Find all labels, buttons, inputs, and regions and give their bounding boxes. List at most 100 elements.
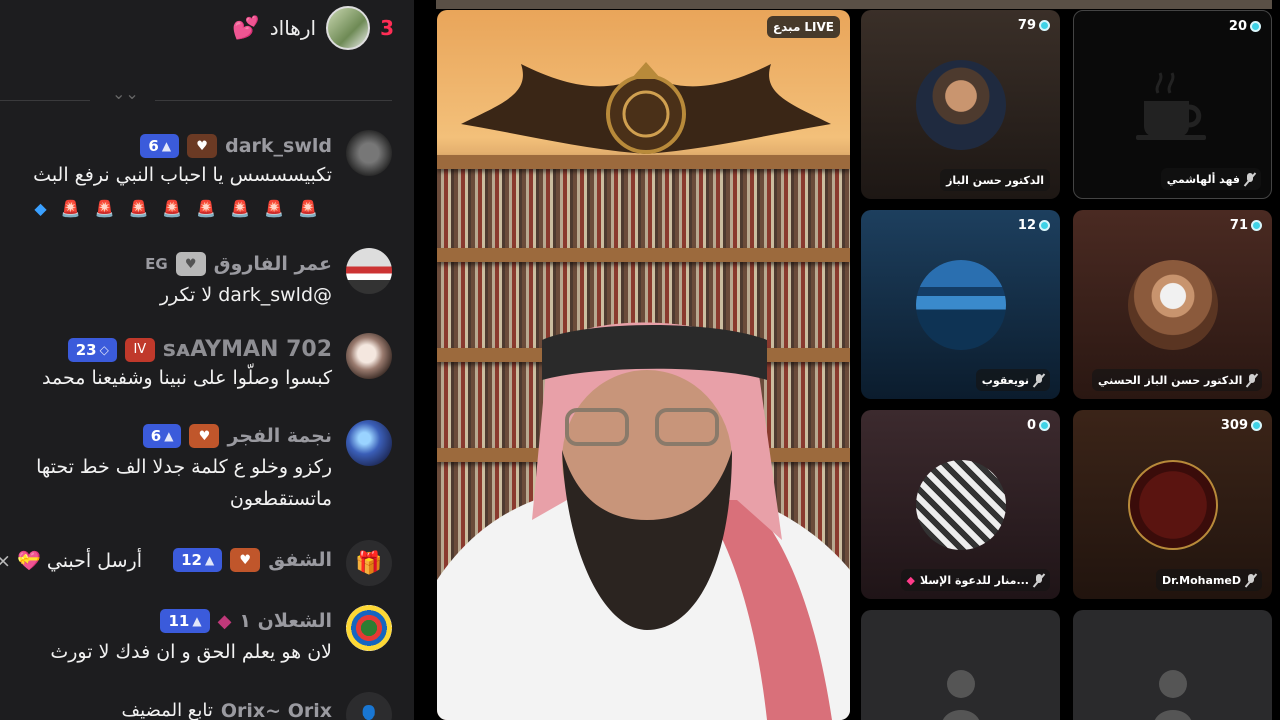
- level-badge: 12 ▲: [173, 548, 223, 572]
- guest-score: 71: [1230, 218, 1262, 233]
- username[interactable]: الشفق: [268, 549, 332, 571]
- follow-message: 👤 Orix~ Orix تابع المضيف: [0, 692, 392, 720]
- guest-score: 309: [1221, 418, 1262, 433]
- gift-icon[interactable]: 🎁: [346, 540, 392, 586]
- message-text: تكبيسسسس يا احباب النبي نرفع البث: [33, 164, 332, 186]
- host-video[interactable]: مبدع LIVE: [437, 10, 850, 720]
- message-text: لان هو يعلم الحق و ان فدك لا تورث: [50, 641, 332, 663]
- mic-muted-icon: [1034, 373, 1044, 387]
- mic-muted-icon: [1247, 373, 1256, 387]
- eagle-emblem: [461, 62, 831, 154]
- username[interactable]: Orix~ Orix: [221, 700, 332, 720]
- guest-seat-3[interactable]: 12 نويعقوب: [861, 210, 1060, 399]
- fan-badge: ♥: [187, 134, 218, 158]
- guest-score: 12: [1018, 218, 1050, 233]
- guest-seat-4[interactable]: 71 الدكتور حسن الباز الحسني: [1073, 210, 1272, 399]
- country-tag: EG: [145, 255, 168, 273]
- siren-emojis: 🚨🚨🚨🚨🚨🚨🚨🚨◆: [34, 199, 332, 218]
- empty-seat-icon: [943, 670, 979, 720]
- level-badge: 11 ▲: [160, 609, 210, 633]
- shelf: [437, 248, 850, 262]
- chat-message: dark_swld ♥ 6 ▲ تكبيسسسس يا احباب النبي ن…: [0, 130, 392, 225]
- mic-muted-icon: [1245, 172, 1255, 186]
- gutter: [414, 0, 436, 720]
- guest-seat-2[interactable]: 20 فهد ألهاشمي: [1073, 10, 1272, 199]
- guest-name-tag: ◆ منار للدعوة الإسلا...: [900, 569, 1050, 591]
- heart-icon: 💕: [232, 15, 260, 41]
- chevron-down-icon[interactable]: ⌄⌄: [112, 86, 139, 102]
- live-indicator: مبدع LIVE: [766, 16, 840, 38]
- diamond-icon: ◆: [217, 610, 232, 632]
- empty-seat-icon: [1155, 670, 1191, 720]
- divider: [0, 100, 90, 101]
- guest-score: 0: [1027, 418, 1050, 433]
- user-follow-icon[interactable]: 👤: [346, 692, 392, 720]
- guest-name-tag: الدكتور حسن الباز الحسني: [1092, 369, 1262, 391]
- chat-panel: 💕 ارهااد 3 ⌄⌄ dark_swld ♥ 6 ▲ تكبيسسسس يا…: [0, 0, 414, 720]
- divider: [155, 100, 392, 101]
- empty-seat[interactable]: [861, 610, 1060, 720]
- top-gifter-rank: 3: [380, 16, 394, 40]
- guest-seat-5[interactable]: 0 ◆ منار للدعوة الإسلا...: [861, 410, 1060, 599]
- coin-icon: [1251, 420, 1262, 431]
- guest-avatar: [916, 60, 1006, 150]
- message-text: تابع المضيف: [121, 700, 213, 720]
- top-gifter-row[interactable]: 💕 ارهااد 3: [232, 6, 394, 50]
- top-bar: [436, 0, 1272, 9]
- guest-name-tag: Dr.MohameD: [1156, 569, 1262, 591]
- message-text: أرسل أحبني 💝 ×: [0, 550, 142, 572]
- coin-icon: [1251, 220, 1262, 231]
- guest-seat-1[interactable]: 79 الدكتور حسن الباز: [861, 10, 1060, 199]
- guest-avatar: [916, 260, 1006, 350]
- diamond-icon: ◆: [906, 573, 916, 587]
- guest-name-tag: الدكتور حسن الباز: [940, 169, 1050, 191]
- guest-avatar: [1128, 460, 1218, 550]
- message-text: @dark_swld لا تكرر: [159, 284, 332, 306]
- coffee-cup-icon: [1136, 72, 1206, 140]
- username[interactable]: نجمة الفجر: [227, 425, 332, 447]
- coin-icon: [1039, 420, 1050, 431]
- username[interactable]: sᴀAYMAN 702: [163, 337, 332, 362]
- guest-score: 79: [1018, 18, 1050, 33]
- guest-avatar: [1128, 260, 1218, 350]
- gift-heart-icon: 💝: [17, 550, 41, 572]
- guest-seat-6[interactable]: 309 Dr.MohameD: [1073, 410, 1272, 599]
- user-avatar[interactable]: [346, 420, 392, 466]
- top-gifter-avatar[interactable]: [326, 6, 371, 50]
- username[interactable]: dark_swld: [225, 135, 332, 157]
- level-badge: 6 ▲: [142, 424, 182, 448]
- user-avatar[interactable]: [346, 248, 392, 294]
- user-avatar[interactable]: [346, 333, 392, 379]
- guest-name-tag: فهد ألهاشمي: [1160, 168, 1261, 190]
- message-text: ركزو وخلو ع كلمة جدلا الف خط تحتها: [36, 456, 332, 478]
- user-avatar[interactable]: [346, 605, 392, 651]
- coin-icon: [1039, 220, 1050, 231]
- username[interactable]: عمر الفاروق: [214, 253, 332, 275]
- mic-muted-icon: [1034, 573, 1044, 587]
- level-badge: 6 ▲: [140, 134, 180, 158]
- chat-message: عمر الفاروق ♥ EG @dark_swld لا تكرر: [0, 248, 392, 318]
- fan-badge: ♥: [175, 252, 206, 276]
- guest-name-tag: نويعقوب: [975, 369, 1050, 391]
- coin-icon: [1250, 21, 1261, 32]
- user-avatar[interactable]: [346, 130, 392, 176]
- gift-message: 🎁 الشفق ♥ 12 ▲ أرسل أحبني 💝 ×: [0, 540, 392, 586]
- chat-message: نجمة الفجر ♥ 6 ▲ ركزو وخلو ع كلمة جدلا ال…: [0, 420, 392, 515]
- top-gifter-name: ارهااد: [269, 16, 317, 40]
- chat-message: الشعلان ١ ◆ 11 ▲ لان هو يعلم الحق و ان فد…: [0, 605, 392, 675]
- rank-badge: IV: [124, 337, 155, 362]
- mic-muted-icon: [1246, 573, 1256, 587]
- message-text: كبسوا وصلّوا على نبينا وشفيعنا محمد: [42, 367, 332, 389]
- host-person: [437, 322, 850, 720]
- empty-seat[interactable]: [1073, 610, 1272, 720]
- guest-avatar: [916, 460, 1006, 550]
- username[interactable]: الشعلان ١: [239, 610, 332, 632]
- fan-badge: ♥: [189, 424, 220, 448]
- coin-icon: [1039, 20, 1050, 31]
- guest-score: 20: [1229, 19, 1261, 34]
- level-badge: 23 ◇: [67, 337, 117, 362]
- message-text-line2: ماتستقطعون: [229, 488, 332, 510]
- live-room: 💕 ارهااد 3 ⌄⌄ dark_swld ♥ 6 ▲ تكبيسسسس يا…: [0, 0, 1280, 720]
- chat-message: 23 ◇ IV sᴀAYMAN 702 كبسوا وصلّوا على نبين…: [0, 333, 392, 403]
- fan-badge: ♥: [230, 548, 261, 572]
